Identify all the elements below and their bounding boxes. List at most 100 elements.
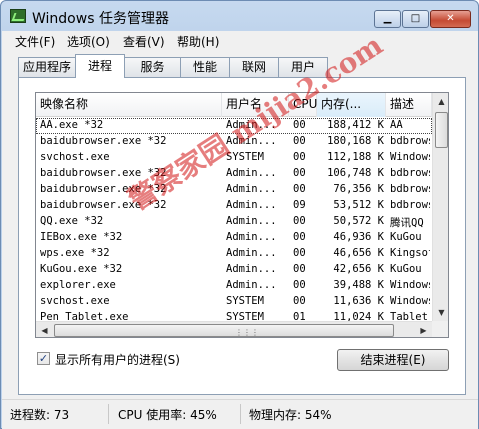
cell-cpu: 00 [293,167,306,179]
horizontal-scroll-thumb[interactable]: ⋮⋮⋮ [54,324,394,337]
cell-user-name: Admin... [226,183,277,195]
show-all-users-label[interactable]: 显示所有用户的进程(S) [55,351,180,368]
table-row[interactable]: baidubrowser.exe *32 Admin... 09 53,512 K bd… [36,198,432,214]
client-area: 应用程序 进程 服务 性能 联网 用户 映像名称 用户名 CPU 内存(... … [2,51,478,399]
menu-options[interactable]: 选项(O) [67,33,110,50]
scroll-up-icon[interactable]: ▲ [433,93,448,110]
scroll-down-icon[interactable]: ▼ [433,304,448,321]
table-row[interactable]: baidubrowser.exe *32 Admin... 00 76,356 K bd… [36,182,432,198]
cell-user-name: Admin... [226,199,277,211]
cell-user-name: Admin... [226,167,277,179]
cell-description: Kingsof [390,247,430,259]
tab-processes[interactable]: 进程 [75,54,125,78]
cell-cpu: 00 [293,135,306,147]
cell-memory: 106,748 K [327,167,384,179]
table-row[interactable]: baidubrowser.exe *32 Admin... 00 106,748 K b… [36,166,432,182]
cell-user-name: Admin... [226,119,277,131]
menu-file[interactable]: 文件(F) [15,33,55,50]
cell-user-name: SYSTEM [226,295,264,307]
column-memory[interactable]: 内存(... [317,93,386,117]
cell-description: AA [390,119,403,131]
processes-tab-page: 映像名称 用户名 CPU 内存(... 描述 AA.exe *32 Admin..… [18,77,466,395]
cell-user-name: SYSTEM [226,151,264,163]
tab-users[interactable]: 用户 [278,57,328,77]
cell-cpu: 09 [293,199,306,211]
cell-description: bdbrows [390,167,430,179]
tab-applications[interactable]: 应用程序 [18,57,76,77]
cell-memory: 188,412 K [327,119,384,131]
cell-description: bdbrows [390,135,430,147]
cell-memory: 46,936 K [333,231,384,243]
status-bar: 进程数: 73 CPU 使用率: 45% 物理内存: 54% [2,399,478,429]
cell-image-name: baidubrowser.exe *32 [40,199,167,211]
table-row[interactable]: wps.exe *32 Admin... 00 46,656 K Kingsof [36,246,432,262]
column-description[interactable]: 描述 [386,93,432,117]
cell-image-name: KuGou.exe *32 [40,263,123,275]
cell-image-name: AA.exe *32 [40,119,104,131]
cell-user-name: Admin... [226,263,277,275]
cell-description: bdbrows [390,183,430,195]
title-bar[interactable]: Windows 任务管理器 ▁ □ ✕ [1,1,478,31]
table-row[interactable]: AA.exe *32 Admin... 00 188,412 K AA [36,118,432,134]
maximize-button[interactable]: □ [402,10,429,28]
table-row[interactable]: svchost.exe SYSTEM 00 11,636 K Windows [36,294,432,310]
tab-networking[interactable]: 联网 [229,57,279,77]
grip-icon: ⋮⋮⋮ [235,328,259,337]
status-separator [108,404,109,424]
cell-description: Windows [390,151,430,163]
column-cpu[interactable]: CPU [289,93,317,117]
close-button[interactable]: ✕ [430,10,471,28]
cell-image-name: QQ.exe *32 [40,215,104,227]
column-user-name[interactable]: 用户名 [222,93,289,117]
process-list[interactable]: 映像名称 用户名 CPU 内存(... 描述 AA.exe *32 Admin..… [35,92,449,338]
vertical-scrollbar[interactable]: ▲ ▼ [432,93,448,321]
cell-image-name: svchost.exe [40,295,110,307]
scroll-right-icon[interactable]: ▶ [415,322,432,337]
end-process-button[interactable]: 结束进程(E) [337,349,449,371]
cell-memory: 180,168 K [327,135,384,147]
cell-memory: 112,188 K [327,151,384,163]
window-title: Windows 任务管理器 [32,11,169,27]
cell-image-name: explorer.exe [40,279,116,291]
scroll-left-icon[interactable]: ◀ [36,322,53,337]
cell-image-name: baidubrowser.exe *32 [40,167,167,179]
cell-user-name: Admin... [226,247,277,259]
cell-memory: 50,572 K [333,215,384,227]
menu-view[interactable]: 查看(V) [123,33,165,50]
cell-memory: 76,356 K [333,183,384,195]
cell-cpu: 00 [293,279,306,291]
cell-description: Windows [390,279,430,291]
minimize-button[interactable]: ▁ [374,10,401,28]
status-cpu-usage: CPU 使用率: 45% [118,408,217,422]
show-all-users-checkbox[interactable]: ✓ [37,352,50,365]
cell-user-name: Admin... [226,231,277,243]
cell-description: KuGou [390,231,422,243]
cell-description: bdbrows [390,199,430,211]
cell-memory: 11,636 K [333,295,384,307]
horizontal-scrollbar[interactable]: ◀ ⋮⋮⋮ ▶ [36,321,432,337]
task-manager-window: Windows 任务管理器 ▁ □ ✕ 文件(F) 选项(O) 查看(V) 帮助… [0,0,479,429]
cell-description: Windows [390,295,430,307]
table-row[interactable]: explorer.exe Admin... 00 39,488 K Windows [36,278,432,294]
table-row[interactable]: baidubrowser.exe *32 Admin... 00 180,168 K b… [36,134,432,150]
column-image-name[interactable]: 映像名称 [36,93,222,117]
cell-cpu: 00 [293,247,306,259]
cell-image-name: wps.exe *32 [40,247,110,259]
scroll-corner [432,321,448,337]
vertical-scroll-thumb[interactable] [435,112,448,148]
cell-description: 腾讯QQ [390,217,424,229]
cell-memory: 39,488 K [333,279,384,291]
cell-memory: 42,656 K [333,263,384,275]
tab-performance[interactable]: 性能 [180,57,230,77]
table-row[interactable]: KuGou.exe *32 Admin... 00 42,656 K KuGou [36,262,432,278]
cell-image-name: IEBox.exe *32 [40,231,123,243]
table-row[interactable]: svchost.exe SYSTEM 00 112,188 K Windows [36,150,432,166]
cell-user-name: Admin... [226,279,277,291]
status-separator [240,404,241,424]
tab-services[interactable]: 服务 [124,57,181,77]
status-process-count: 进程数: 73 [10,408,70,422]
cell-cpu: 00 [293,119,306,131]
table-row[interactable]: QQ.exe *32 Admin... 00 50,572 K 腾讯QQ [36,214,432,230]
menu-help[interactable]: 帮助(H) [177,33,219,50]
table-row[interactable]: IEBox.exe *32 Admin... 00 46,936 K KuGou [36,230,432,246]
